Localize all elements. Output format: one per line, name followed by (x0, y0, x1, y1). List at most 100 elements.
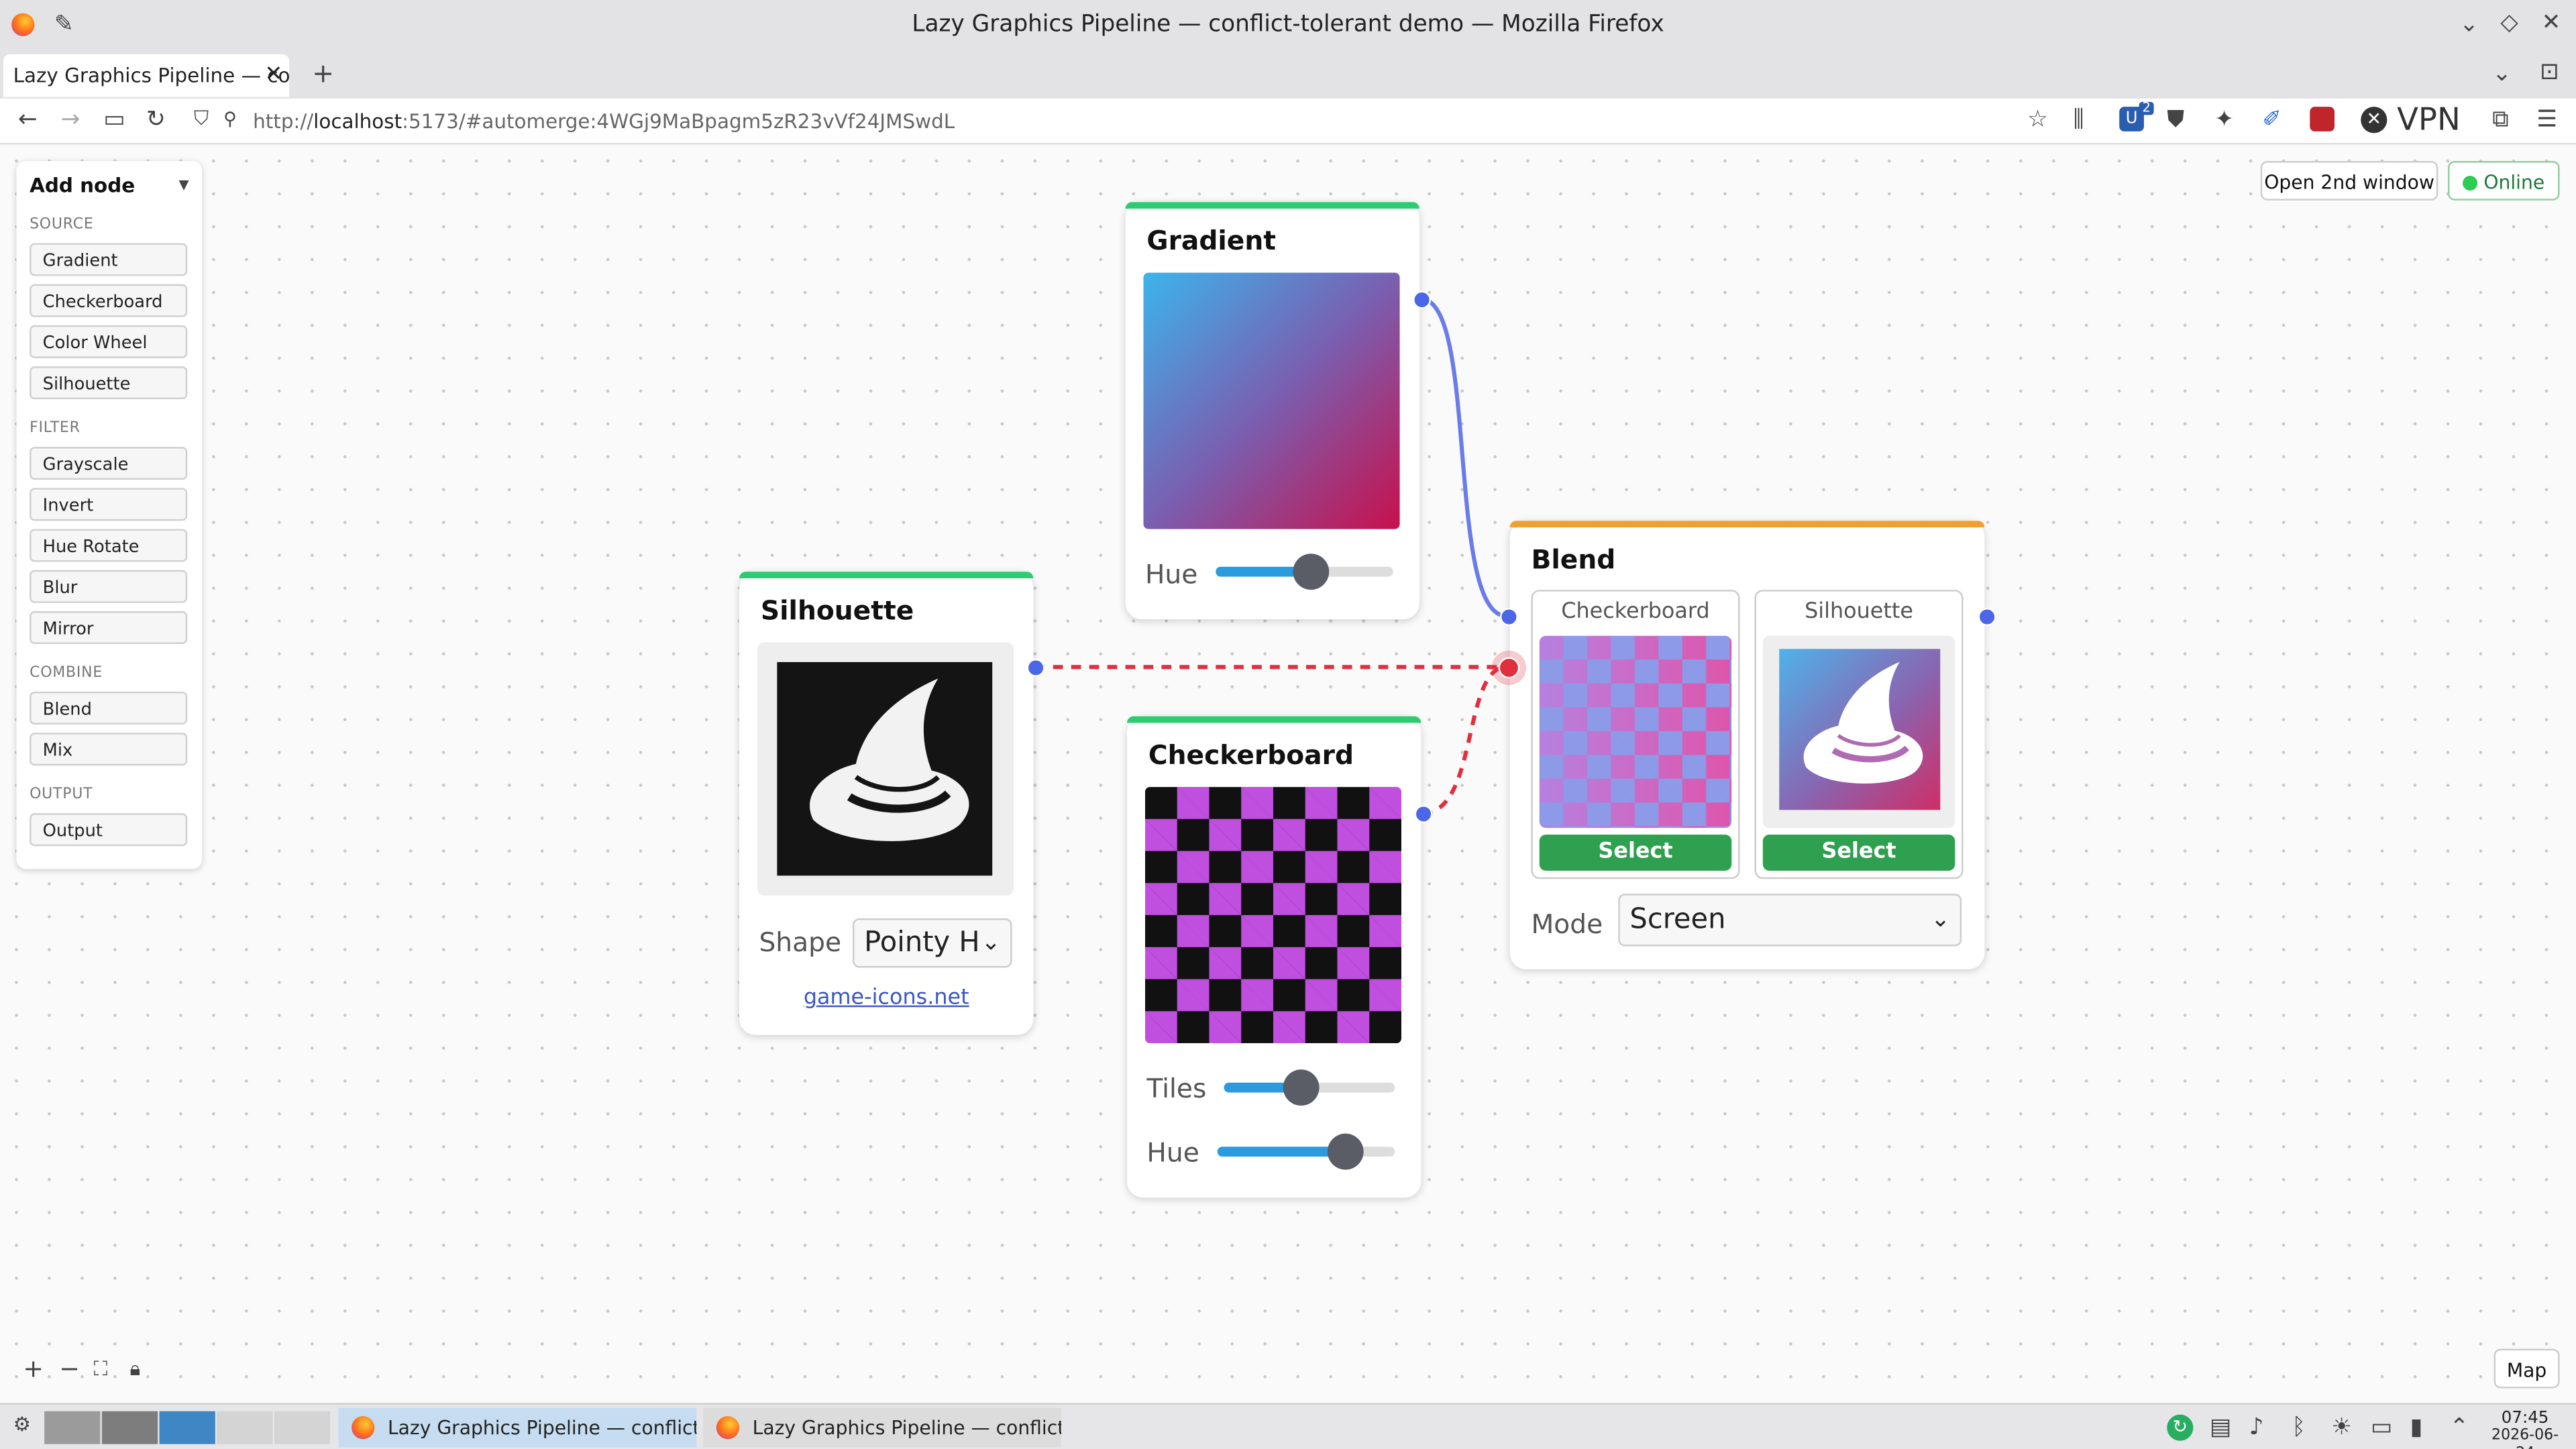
mode-select-value: Screen (1629, 903, 1726, 936)
open-2nd-window-button[interactable]: Open 2nd window (2260, 161, 2438, 201)
sidebar-icon[interactable]: ▭ (103, 109, 125, 131)
close-window-icon[interactable]: ✕ (2542, 11, 2561, 34)
tab-label: Lazy Graphics Pipeline — conflict-tolera… (13, 64, 290, 87)
checkerboard-node[interactable]: Checkerboard Tiles Hue (1127, 716, 1433, 1198)
node-canvas[interactable]: Add node ▼ SOURCE Gradient Checkerboard … (0, 144, 2576, 1403)
node-title: Blend (1531, 543, 1616, 576)
input-slot-b[interactable]: Silhouette Select (1754, 590, 1964, 879)
url-field[interactable]: http://localhost:5173/#automerge:4WGj9Ma… (253, 105, 2126, 138)
tab-active[interactable]: Lazy Graphics Pipeline — conflict-tolera… (3, 54, 290, 97)
brightness-tray-icon[interactable]: ☀ (2331, 1416, 2352, 1439)
desktop-pager-1[interactable] (44, 1411, 101, 1444)
shield-icon[interactable]: ⛉ (194, 109, 209, 128)
edge-gradient-blend[interactable] (1420, 297, 1507, 619)
list-tabs-icon[interactable]: ⌄ (2492, 62, 2512, 85)
desktop-pager-4[interactable] (217, 1411, 273, 1444)
silhouette-output-port[interactable] (1026, 659, 1045, 677)
sync-tray-icon[interactable]: ↻ (2167, 1414, 2194, 1441)
fit-view-icon[interactable]: ⛶ (94, 1358, 108, 1378)
minimize-icon[interactable]: ⌄ (2459, 13, 2479, 36)
clipboard-tray-icon[interactable]: ▤ (2210, 1416, 2231, 1439)
account-icon[interactable]: ⊡ (2540, 61, 2559, 84)
forward-icon[interactable]: → (61, 109, 80, 131)
add-mirror-button[interactable]: Mirror (30, 611, 188, 645)
lock-icon[interactable]: 🔒︎ (129, 1358, 140, 1378)
maximize-icon[interactable]: ◇ (2500, 11, 2518, 34)
input-slot-a[interactable]: Checkerboard Select (1531, 590, 1740, 879)
desktop-pager-5[interactable] (274, 1411, 331, 1444)
add-mix-button[interactable]: Mix (30, 733, 188, 766)
node-title: Silhouette (760, 594, 914, 627)
desktop-pager-2[interactable] (101, 1411, 158, 1444)
screen: ✎ Lazy Graphics Pipeline — conflict-tole… (0, 0, 2576, 1449)
select-b-button[interactable]: Select (1762, 835, 1955, 871)
firefox-icon (716, 1416, 740, 1440)
vpn-label[interactable]: VPN (2397, 105, 2461, 137)
taskbar: ⚙ Lazy Graphics Pipeline — conflict-to..… (0, 1403, 2576, 1449)
edge-checkerboard-blend-conflict[interactable] (1422, 665, 1507, 816)
new-tab-icon[interactable]: + (312, 60, 334, 87)
tab-close-icon[interactable]: ✕ (265, 54, 283, 97)
select-a-button[interactable]: Select (1539, 835, 1732, 871)
extensions-icon[interactable]: ⧉ (2492, 109, 2508, 131)
privacy-extension-icon[interactable]: ⛊ (2167, 109, 2184, 131)
add-blur-button[interactable]: Blur (30, 570, 188, 603)
vpn-close-icon[interactable]: ✕ (2361, 107, 2387, 133)
tiles-slider-knob[interactable] (1283, 1069, 1320, 1106)
shape-select[interactable]: Pointy H ⌄ (853, 918, 1012, 968)
hue-slider-knob[interactable] (1327, 1133, 1364, 1170)
section-label-output: OUTPUT (30, 787, 93, 804)
hue-slider-knob[interactable] (1293, 553, 1330, 590)
gradient-node[interactable]: Gradient Hue (1125, 202, 1432, 620)
menu-icon[interactable]: ☰ (2536, 109, 2557, 131)
silhouette-node[interactable]: Silhouette Shape Pointy H ⌄ game-icons.n… (739, 572, 1045, 1035)
add-grayscale-button[interactable]: Grayscale (30, 447, 188, 480)
add-hue-rotate-button[interactable]: Hue Rotate (30, 529, 188, 562)
hue-slider[interactable] (1217, 1133, 1395, 1170)
reload-icon[interactable]: ↻ (146, 109, 166, 131)
volume-tray-icon[interactable]: ♪ (2249, 1416, 2264, 1439)
checkerboard-output-port[interactable] (1414, 805, 1433, 823)
minimap-button[interactable]: Map (2493, 1348, 2560, 1389)
gradient-output-port[interactable] (1413, 290, 1432, 309)
battery-tray-icon[interactable]: ▮ (2410, 1416, 2423, 1439)
blend-node[interactable]: Blend Checkerboard Select Silhouette Sel… (1498, 521, 1996, 969)
collapse-caret-icon[interactable]: ▼ (179, 177, 189, 192)
display-tray-icon[interactable]: ▭ (2371, 1416, 2392, 1439)
desktop-pager-3[interactable] (159, 1411, 215, 1444)
add-invert-button[interactable]: Invert (30, 488, 188, 521)
taskbar-task-1[interactable]: Lazy Graphics Pipeline — conflict-to... (338, 1407, 697, 1448)
add-blend-button[interactable]: Blend (30, 692, 188, 725)
library-icon[interactable]: ⫼ (2074, 109, 2084, 131)
task-label: Lazy Graphics Pipeline — conflict-to... (387, 1416, 696, 1440)
add-color-wheel-button[interactable]: Color Wheel (30, 325, 188, 358)
sparkle-icon[interactable]: ✦ (2214, 109, 2234, 131)
add-output-button[interactable]: Output (30, 813, 188, 847)
hue-slider[interactable] (1216, 553, 1393, 590)
shape-select-value: Pointy H (864, 926, 980, 960)
zoom-in-icon[interactable]: + (23, 1356, 44, 1382)
red-extension-icon[interactable] (2310, 107, 2335, 131)
blend-input-port-a[interactable] (1499, 608, 1518, 627)
blend-output-port[interactable] (1978, 608, 1996, 627)
bookmark-star-icon[interactable]: ☆ (2027, 109, 2048, 131)
source-accent-line (1127, 716, 1421, 723)
credit-link[interactable]: game-icons.net (739, 985, 1033, 1010)
add-gradient-button[interactable]: Gradient (30, 243, 188, 276)
blend-input-port-b-conflict[interactable] (1498, 657, 1520, 679)
pen-extension-icon[interactable]: ✐ (2262, 109, 2282, 131)
clock[interactable]: 07:45 2026-06-24 (2489, 1409, 2561, 1449)
page-info-icon[interactable]: ⚲ (223, 110, 237, 128)
tiles-slider[interactable] (1224, 1069, 1395, 1106)
add-silhouette-button[interactable]: Silhouette (30, 366, 188, 400)
add-checkerboard-button[interactable]: Checkerboard (30, 284, 188, 317)
launcher-icon[interactable]: ⚙ (13, 1415, 31, 1434)
expand-tray-icon[interactable]: ⌃ (2449, 1416, 2469, 1439)
back-icon[interactable]: ← (18, 109, 38, 131)
mode-select[interactable]: Screen ⌄ (1618, 894, 1962, 947)
add-node-title[interactable]: Add node (30, 174, 135, 197)
zoom-out-icon[interactable]: − (59, 1356, 80, 1382)
shape-label: Shape (759, 926, 842, 958)
taskbar-task-2[interactable]: Lazy Graphics Pipeline — conflict-to... (703, 1407, 1062, 1448)
bluetooth-tray-icon[interactable]: ᛒ (2292, 1416, 2306, 1439)
